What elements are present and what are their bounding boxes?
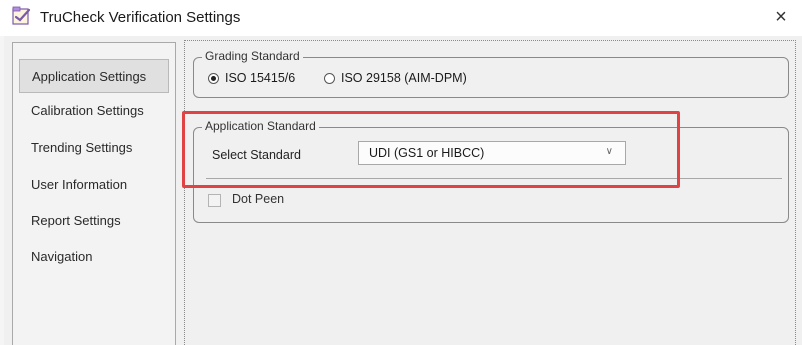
radio-iso-29158[interactable]: ISO 29158 (AIM-DPM): [324, 71, 467, 85]
sidebar-item-label: Calibration Settings: [31, 102, 144, 118]
sidebar-item-label: Application Settings: [32, 68, 147, 84]
window-title: TruCheck Verification Settings: [40, 9, 241, 26]
sidebar-item-user-information[interactable]: User Information: [19, 167, 169, 201]
radio-iso-15415[interactable]: ISO 15415/6: [208, 71, 295, 85]
radio-label: ISO 15415/6: [225, 71, 296, 85]
sidebar-item-label: User Information: [31, 176, 128, 192]
window-edge: [0, 36, 4, 345]
sidebar-item-label: Report Settings: [31, 212, 121, 228]
close-icon: ×: [775, 5, 787, 28]
radio-button-unchecked[interactable]: [324, 72, 335, 84]
sidebar-item-label: Trending Settings: [31, 139, 133, 155]
sidebar-item-application-settings[interactable]: Application Settings: [19, 59, 169, 93]
dot-peen-label: Dot Peen: [232, 192, 285, 206]
app-check-icon: [12, 6, 31, 25]
grading-standard-group: Grading Standard ISO 15415/6 ISO 29158 (…: [193, 49, 789, 98]
dot-peen-checkbox[interactable]: [208, 194, 221, 207]
sidebar-item-trending-settings[interactable]: Trending Settings: [19, 130, 169, 164]
sidebar-item-label: Navigation: [31, 248, 93, 264]
sidebar-item-report-settings[interactable]: Report Settings: [19, 203, 169, 237]
settings-content-panel: Grading Standard ISO 15415/6 ISO 29158 (…: [184, 40, 796, 345]
sidebar-item-calibration-settings[interactable]: Calibration Settings: [19, 93, 169, 127]
sidebar-item-navigation[interactable]: Navigation: [19, 239, 169, 273]
radio-button-checked[interactable]: [208, 72, 219, 84]
close-button[interactable]: ×: [766, 2, 796, 32]
title-bar: TruCheck Verification Settings ×: [0, 0, 802, 36]
highlight-annotation: [182, 111, 680, 188]
radio-label: ISO 29158 (AIM-DPM): [341, 71, 467, 85]
settings-sidebar: Application Settings Calibration Setting…: [12, 42, 176, 345]
grading-standard-title: Grading Standard: [202, 49, 303, 63]
